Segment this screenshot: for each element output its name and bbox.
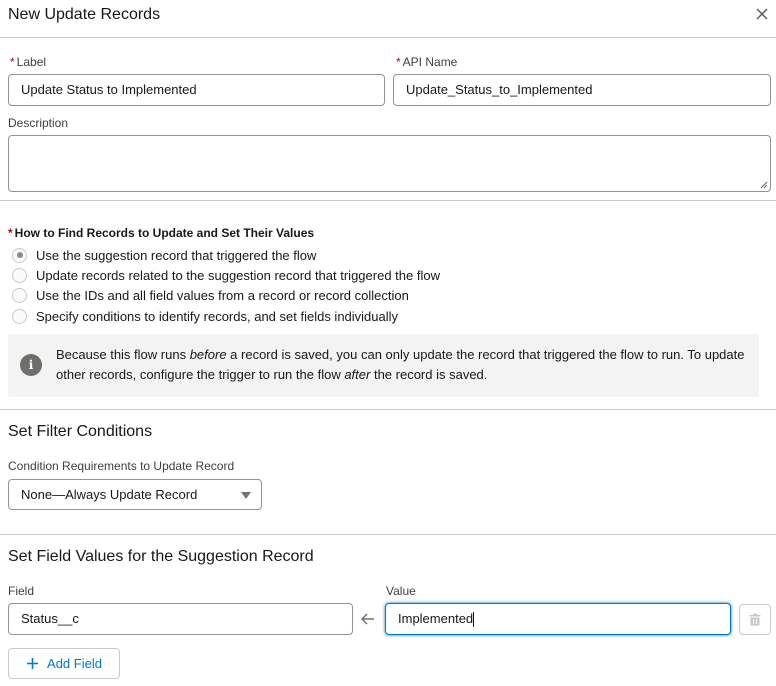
radio-option-use-ids-and-values[interactable]: Use the IDs and all field values from a …: [12, 286, 409, 304]
value-column-label: Value: [386, 584, 416, 598]
info-text-emphasis: before: [189, 347, 227, 362]
radio-button[interactable]: [12, 267, 27, 283]
condition-requirements-value: None—Always Update Record: [21, 487, 198, 502]
radio-option-label: Specify conditions to identify records, …: [36, 308, 399, 324]
text-cursor: [473, 612, 475, 628]
section-divider: [0, 409, 776, 410]
info-text-part: Because this flow runs: [56, 347, 190, 362]
how-to-find-legend: * How to Find Records to Update and Set T…: [8, 226, 314, 240]
trash-icon: [749, 613, 761, 626]
dropdown-caret-icon: [241, 492, 251, 499]
arrow-left-icon: [360, 613, 374, 625]
api-name-field-label: * API Name: [396, 55, 457, 69]
delete-row-button[interactable]: [739, 604, 771, 635]
info-text-part: the record is saved.: [370, 367, 488, 382]
filter-conditions-heading: Set Filter Conditions: [8, 423, 153, 440]
info-message-text: Because this flow runs before a record i…: [56, 345, 746, 385]
info-message-box: i Because this flow runs before a record…: [8, 334, 759, 397]
radio-option-update-related-records[interactable]: Update records related to the suggestion…: [12, 266, 440, 284]
section-divider: [0, 534, 776, 535]
condition-requirements-select[interactable]: None—Always Update Record: [8, 479, 262, 510]
api-name-input[interactable]: Update_Status_to_Implemented: [393, 74, 771, 106]
radio-option-use-triggering-record[interactable]: Use the suggestion record that triggered…: [12, 246, 316, 264]
radio-button[interactable]: [12, 308, 27, 324]
radio-button[interactable]: [12, 287, 27, 303]
close-icon: [756, 8, 768, 20]
value-input-text: Implemented: [398, 611, 474, 626]
radio-option-label: Use the suggestion record that triggered…: [36, 247, 317, 263]
description-field-label: Description: [8, 116, 69, 130]
required-marker: *: [8, 226, 13, 240]
radio-button-selected[interactable]: [12, 247, 27, 263]
modal-title: New Update Records: [8, 6, 161, 23]
required-marker: *: [10, 55, 15, 69]
plus-icon: [26, 657, 39, 670]
description-textarea[interactable]: [8, 135, 771, 192]
resize-grip-icon[interactable]: [760, 181, 768, 189]
add-field-label: Add Field: [47, 656, 102, 671]
add-field-button[interactable]: Add Field: [8, 648, 120, 679]
close-button[interactable]: [754, 5, 770, 23]
modal-header: New Update Records: [0, 0, 776, 38]
condition-requirements-label: Condition Requirements to Update Record: [8, 459, 235, 473]
info-icon: i: [20, 354, 42, 376]
field-column-label: Field: [8, 584, 35, 598]
label-field-label: * Label: [10, 55, 46, 69]
required-marker: *: [396, 55, 401, 69]
field-input[interactable]: Status__c: [8, 603, 353, 635]
radio-option-label: Update records related to the suggestion…: [36, 267, 440, 283]
label-input[interactable]: Update Status to Implemented: [8, 74, 385, 106]
label-field-label-text: Label: [16, 55, 47, 69]
how-to-find-legend-text: How to Find Records to Update and Set Th…: [14, 226, 315, 240]
field-values-heading: Set Field Values for the Suggestion Reco…: [8, 548, 314, 565]
radio-option-specify-conditions[interactable]: Specify conditions to identify records, …: [12, 307, 398, 325]
info-text-emphasis: after: [344, 367, 371, 382]
radio-option-label: Use the IDs and all field values from a …: [36, 287, 409, 303]
api-name-field-label-text: API Name: [402, 55, 458, 69]
section-divider: [0, 200, 776, 201]
value-input[interactable]: Implemented: [385, 603, 731, 635]
